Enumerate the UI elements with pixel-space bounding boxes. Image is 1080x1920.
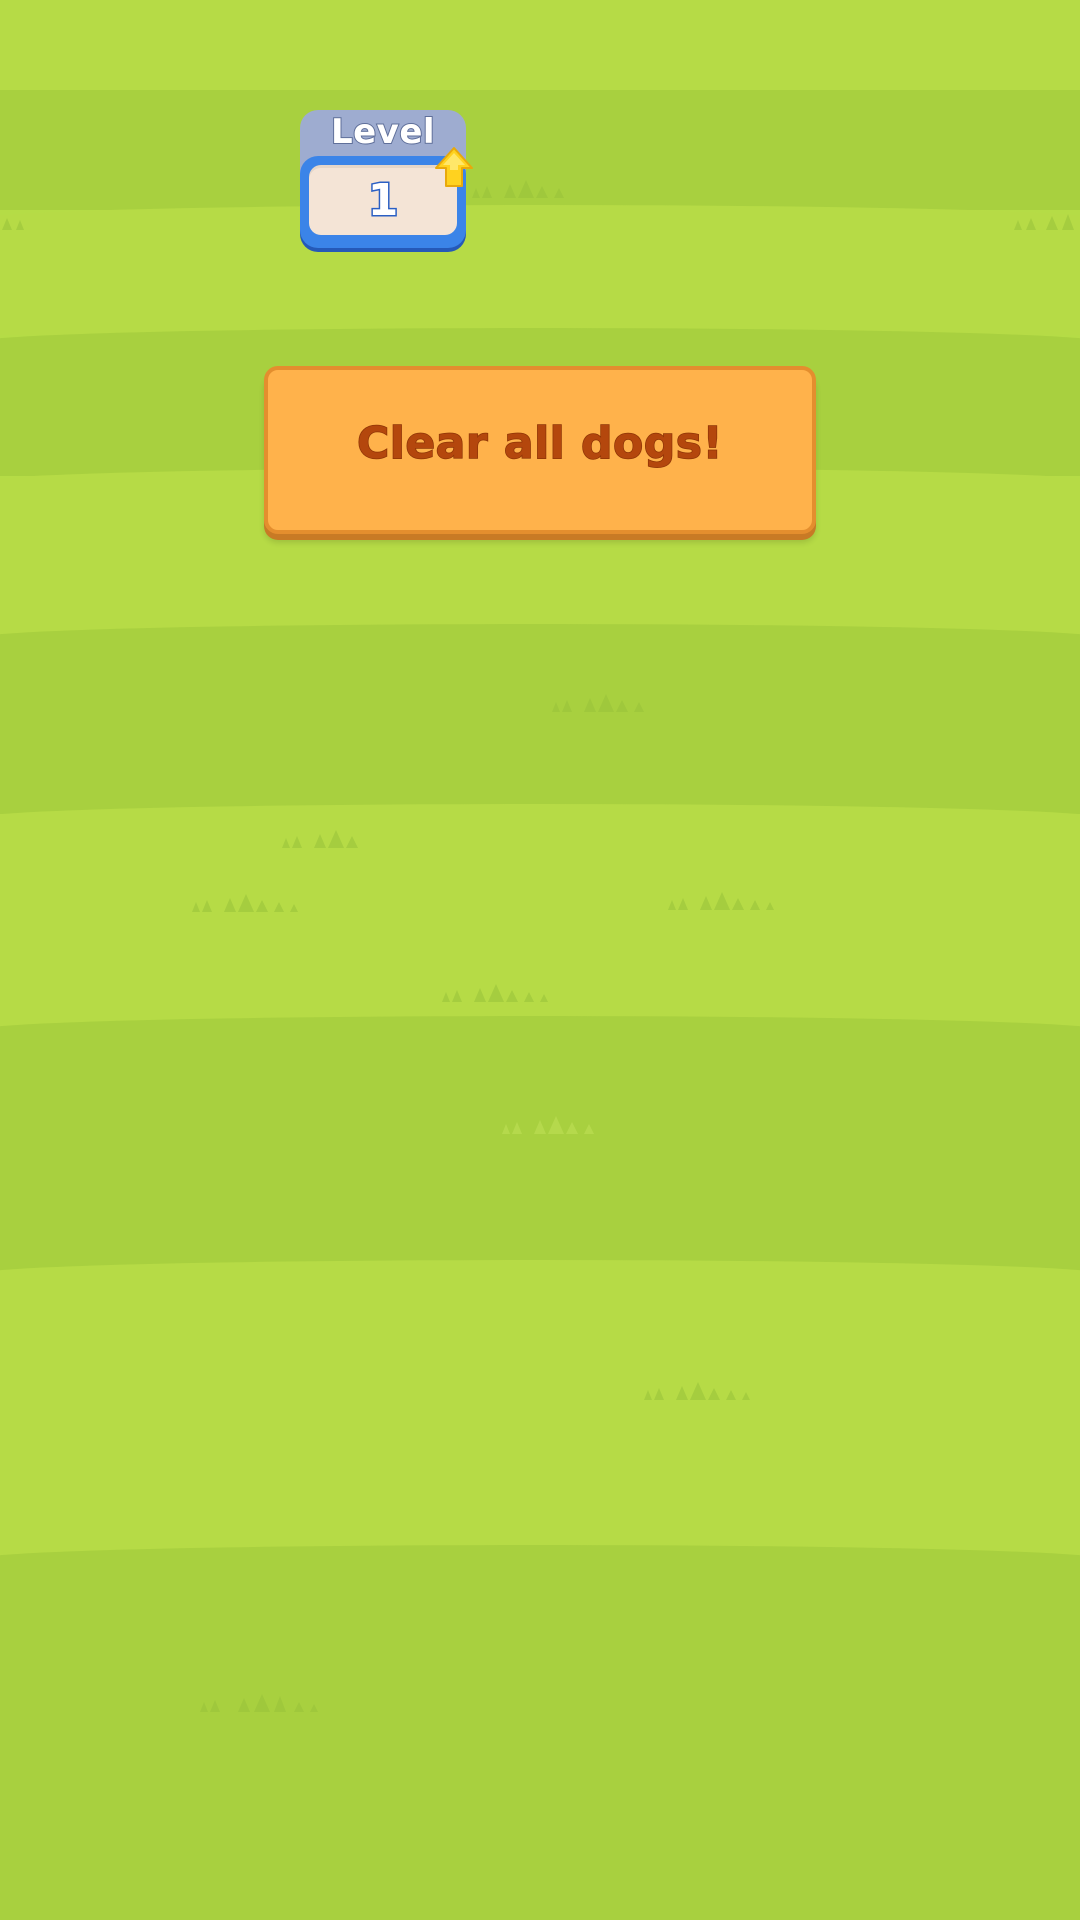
grass-tuft-icon	[192, 894, 298, 912]
level-badge: Level 1	[300, 110, 473, 250]
grass-band	[0, 1260, 1080, 1560]
grass-tuft-icon	[1014, 214, 1074, 230]
grass-tuft-icon	[644, 1382, 750, 1400]
objective-banner: Clear all dogs!	[264, 366, 816, 534]
grass-tuft-icon	[442, 984, 548, 1002]
grass-tuft-icon	[2, 218, 24, 230]
grass-band	[0, 205, 1080, 335]
grass-tuft-icon	[668, 892, 774, 910]
grass-tuft-icon	[472, 180, 564, 198]
arrow-up-icon	[435, 147, 473, 187]
grass-tuft-icon	[502, 1116, 594, 1134]
game-field: Level 1 Clear all dogs!	[0, 0, 1080, 1920]
grass-band	[0, 1545, 1080, 1920]
grass-tuft-icon	[200, 1694, 318, 1712]
grass-tuft-icon	[552, 694, 644, 712]
grass-tuft-icon	[282, 830, 358, 848]
grass-band	[0, 0, 1080, 95]
grass-band	[0, 1016, 1080, 1276]
objective-text: Clear all dogs!	[356, 417, 724, 470]
grass-band	[0, 624, 1080, 814]
